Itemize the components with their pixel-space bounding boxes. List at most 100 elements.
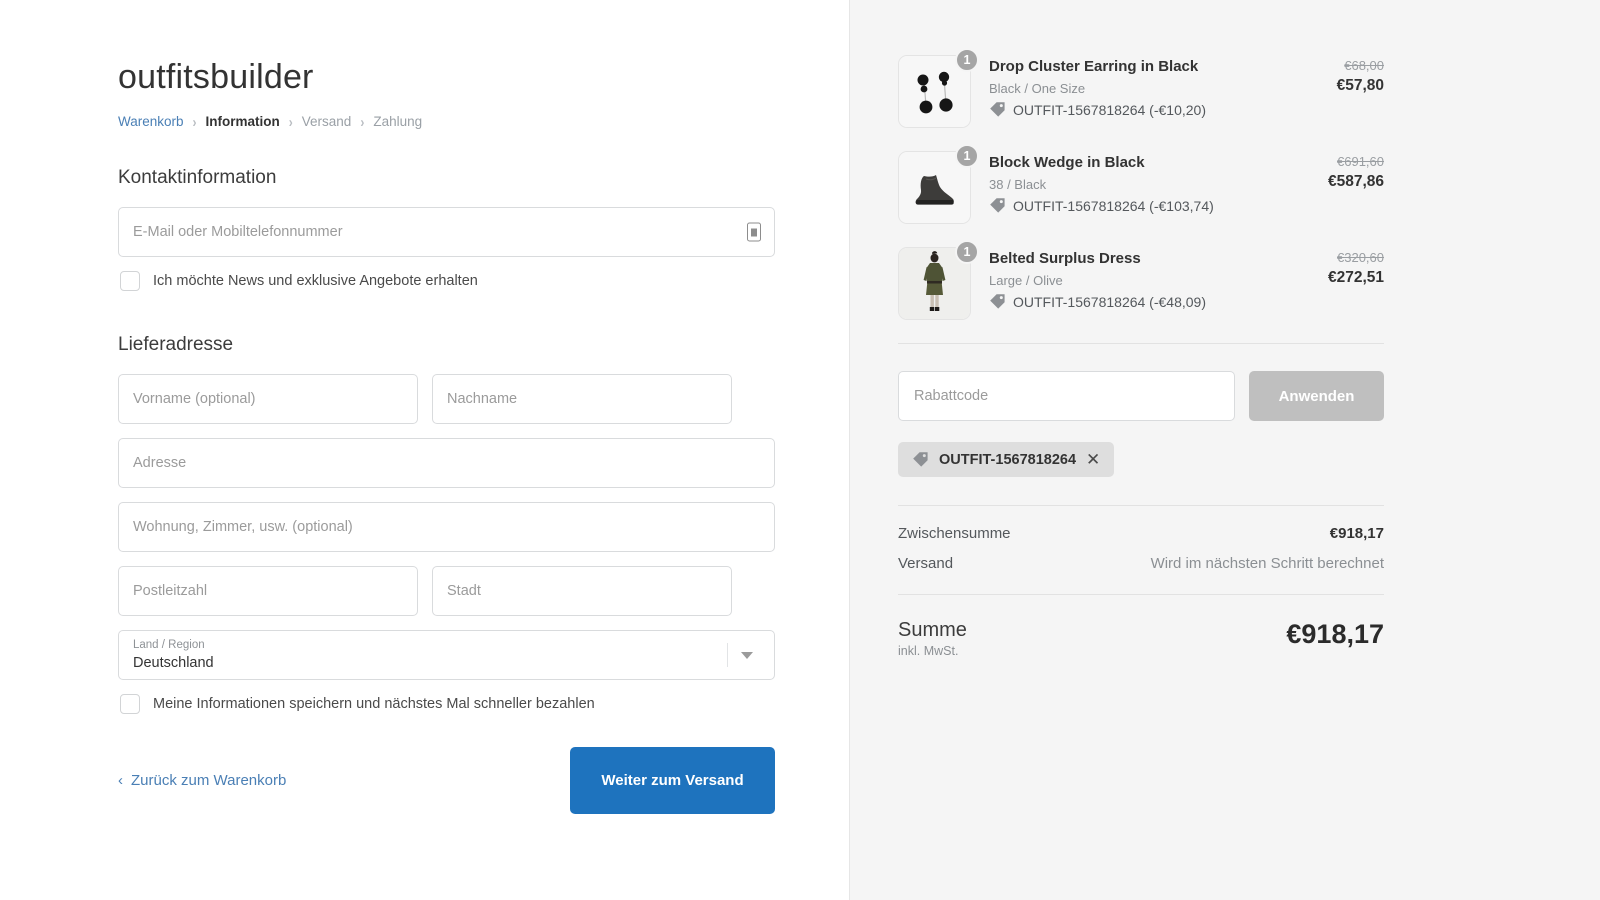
- product-price-original: €320,60: [1337, 250, 1384, 265]
- first-name-placeholder: Vorname (optional): [133, 391, 256, 407]
- store-logo[interactable]: outfitsbuilder: [118, 58, 732, 97]
- country-value: Deutschland: [133, 655, 214, 671]
- summary-line-item: 1 Belted Surplus Dress Large / Olive OUT…: [898, 240, 1384, 320]
- product-name: Belted Surplus Dress: [989, 250, 1141, 267]
- summary-divider: [898, 343, 1384, 344]
- discount-tag-icon: [990, 294, 1005, 309]
- shipping-label: Versand: [898, 555, 954, 572]
- postal-code-placeholder: Postleitzahl: [133, 583, 208, 599]
- product-name: Block Wedge in Black: [989, 154, 1145, 171]
- country-label: Land / Region: [133, 639, 205, 651]
- discount-tag-icon: [990, 198, 1005, 213]
- zip-city-row: Postleitzahl Stadt: [118, 566, 732, 630]
- totals-divider-bottom: [898, 594, 1384, 595]
- applied-discount-code: OUTFIT-1567818264: [939, 451, 1077, 468]
- newsletter-checkbox-row[interactable]: Ich möchte News und exklusive Angebote e…: [120, 271, 732, 291]
- quantity-badge: 1: [955, 240, 979, 264]
- name-row: Vorname (optional) Nachname: [118, 374, 732, 438]
- city-field[interactable]: Stadt: [432, 566, 732, 616]
- chevron-right-icon: ›: [288, 112, 293, 131]
- promo-code-row: Rabattcode Anwenden: [898, 371, 1384, 421]
- last-name-field[interactable]: Nachname: [432, 374, 732, 424]
- product-price-final: €272,51: [1327, 269, 1384, 286]
- chevron-left-icon: ‹: [118, 772, 123, 789]
- first-name-field[interactable]: Vorname (optional): [118, 374, 418, 424]
- product-name: Drop Cluster Earring in Black: [989, 58, 1199, 75]
- grand-total-value: €918,17: [1286, 619, 1384, 649]
- product-price-original: €68,00: [1344, 58, 1384, 73]
- remove-discount-icon[interactable]: ✕: [1086, 451, 1100, 468]
- product-variant: Large / Olive: [989, 273, 1063, 288]
- product-discount-text: OUTFIT-1567818264 (-€10,20): [1013, 101, 1206, 118]
- form-actions: ‹ Zurück zum Warenkorb Weiter zum Versan…: [118, 747, 775, 814]
- discount-tag-icon: [990, 102, 1005, 117]
- contact-information-heading: Kontaktinformation: [118, 167, 277, 188]
- subtotal-label: Zwischensumme: [898, 525, 1011, 542]
- quantity-badge: 1: [955, 48, 979, 72]
- product-discount-row: OUTFIT-1567818264 (-€103,74): [989, 197, 1328, 214]
- shipping-value: Wird im nächsten Schritt berechnet: [1150, 555, 1384, 572]
- grand-total-row: Summe inkl. MwSt. €918,17: [898, 619, 1384, 658]
- shipping-address-heading: Lieferadresse: [118, 334, 234, 355]
- email-field[interactable]: E-Mail oder Mobiltelefonnummer: [118, 207, 775, 257]
- subtotal-row: Zwischensumme €918,17: [898, 525, 1384, 542]
- product-discount-text: OUTFIT-1567818264 (-€48,09): [1013, 293, 1206, 310]
- city-placeholder: Stadt: [447, 583, 481, 599]
- product-price-final: €587,86: [1327, 173, 1384, 190]
- grand-total-label: Summe: [898, 619, 967, 641]
- address-placeholder: Adresse: [133, 455, 187, 471]
- product-variant: 38 / Black: [989, 177, 1047, 192]
- chevron-right-icon: ›: [192, 112, 197, 131]
- breadcrumb-item-shipping: Versand: [301, 114, 352, 129]
- product-price-final: €57,80: [1336, 77, 1384, 94]
- breadcrumb: Warenkorb › Information › Versand › Zahl…: [118, 112, 732, 131]
- product-thumbnail-wrap: 1: [898, 240, 979, 320]
- address-line-2-field[interactable]: Wohnung, Zimmer, usw. (optional): [118, 502, 775, 552]
- mobile-phone-icon: [747, 222, 761, 242]
- grand-total-labels: Summe inkl. MwSt.: [898, 619, 967, 658]
- newsletter-checkbox[interactable]: [120, 271, 140, 291]
- subtotal-value: €918,17: [1329, 525, 1384, 542]
- grand-total-note: inkl. MwSt.: [898, 644, 959, 658]
- promo-code-placeholder: Rabattcode: [914, 388, 989, 404]
- save-info-checkbox-row[interactable]: Meine Informationen speichern und nächst…: [120, 694, 732, 714]
- summary-line-item: 1 Block Wedge in Black 38 / Black OUTFIT…: [898, 144, 1384, 224]
- apply-promo-button[interactable]: Anwenden: [1249, 371, 1384, 421]
- chevron-down-icon[interactable]: [741, 652, 753, 659]
- checkout-form-panel: outfitsbuilder Warenkorb › Information ›…: [0, 0, 850, 900]
- breadcrumb-item-cart[interactable]: Warenkorb: [118, 114, 184, 129]
- chevron-right-icon: ›: [360, 112, 365, 131]
- save-info-label: Meine Informationen speichern und nächst…: [153, 696, 595, 712]
- back-to-cart-label: Zurück zum Warenkorb: [131, 772, 287, 789]
- email-placeholder: E-Mail oder Mobiltelefonnummer: [133, 224, 343, 240]
- product-info: Belted Surplus Dress Large / Olive OUTFI…: [971, 247, 1328, 310]
- product-variant: Black / One Size: [989, 81, 1086, 96]
- last-name-placeholder: Nachname: [447, 391, 518, 407]
- summary-line-item: 1 Drop Cluster Earring in Black Black / …: [898, 48, 1384, 128]
- select-divider: [727, 643, 728, 667]
- product-discount-row: OUTFIT-1567818264 (-€48,09): [989, 293, 1328, 310]
- newsletter-label: Ich möchte News und exklusive Angebote e…: [153, 273, 478, 289]
- breadcrumb-item-information[interactable]: Information: [206, 114, 280, 129]
- country-select[interactable]: Land / Region Deutschland: [118, 630, 775, 680]
- discount-tag-icon: [913, 452, 928, 467]
- product-prices: €320,60 €272,51: [1328, 247, 1384, 287]
- quantity-badge: 1: [955, 144, 979, 168]
- checkout-page: outfitsbuilder Warenkorb › Information ›…: [0, 0, 1600, 900]
- product-prices: €691,60 €587,86: [1328, 151, 1384, 191]
- product-info: Drop Cluster Earring in Black Black / On…: [971, 55, 1337, 118]
- postal-code-field[interactable]: Postleitzahl: [118, 566, 418, 616]
- shipping-row: Versand Wird im nächsten Schritt berechn…: [898, 555, 1384, 572]
- product-price-original: €691,60: [1337, 154, 1384, 169]
- back-to-cart-link[interactable]: ‹ Zurück zum Warenkorb: [118, 772, 286, 789]
- totals-divider-top: [898, 505, 1384, 506]
- product-prices: €68,00 €57,80: [1337, 55, 1384, 95]
- continue-to-shipping-button[interactable]: Weiter zum Versand: [570, 747, 775, 814]
- breadcrumb-item-payment: Zahlung: [373, 114, 423, 129]
- product-info: Block Wedge in Black 38 / Black OUTFIT-1…: [971, 151, 1328, 214]
- promo-code-input[interactable]: Rabattcode: [898, 371, 1235, 421]
- address-field[interactable]: Adresse: [118, 438, 775, 488]
- product-discount-text: OUTFIT-1567818264 (-€103,74): [1013, 197, 1214, 214]
- save-info-checkbox[interactable]: [120, 694, 140, 714]
- applied-discount-chip: OUTFIT-1567818264 ✕: [898, 442, 1115, 477]
